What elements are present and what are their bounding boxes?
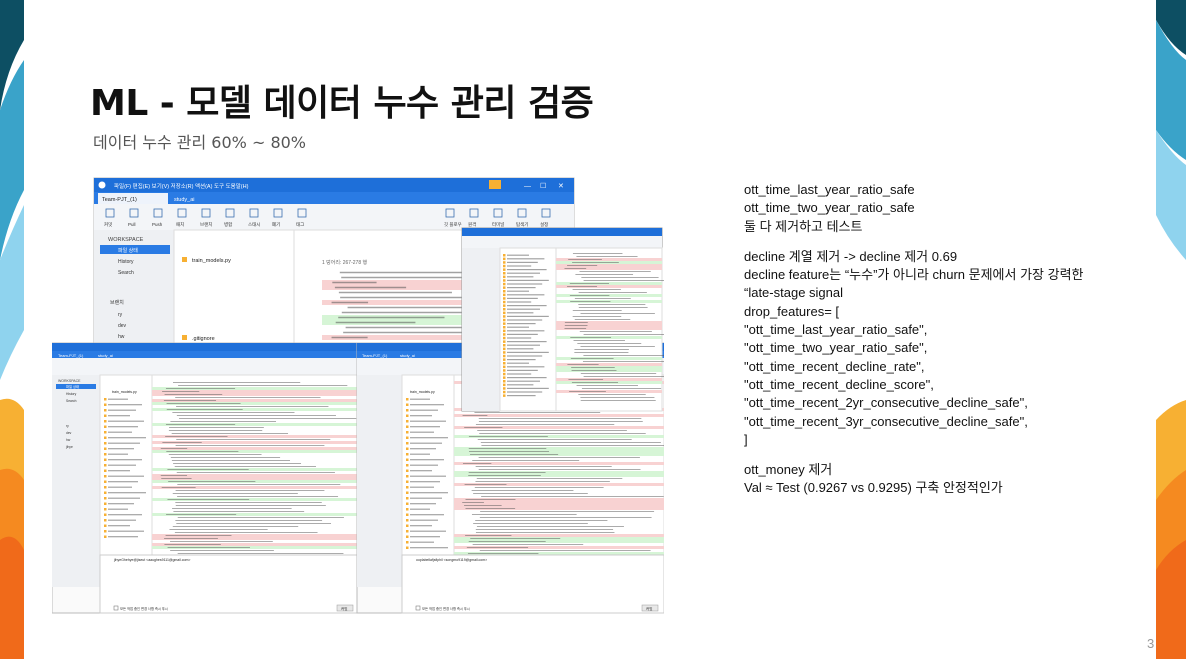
bl-title: Team-PJT_(1): [58, 353, 84, 358]
sidebar-item-file-status: 파일 상태: [118, 247, 138, 254]
sidebar-item-history: History: [118, 259, 134, 265]
svg-text:터미널: 터미널: [492, 221, 504, 228]
notes-block2-line: decline 계열 제거 -> decline 제거 0.69: [744, 248, 958, 264]
notes-block-2: decline 계열 제거 -> decline 제거 0.69 decline …: [744, 248, 1154, 449]
notes-block2-line: drop_features= [: [744, 303, 840, 319]
notes-block1-line: ott_time_two_year_ratio_safe: [744, 200, 915, 216]
notes-block-3: ott_money 제거 Val ≈ Test (0.9267 vs 0.9295…: [744, 461, 1154, 498]
bl-history: History: [66, 392, 77, 396]
bl-author: jihyeGhehye@jiseut <aaughes9111@gmail.co…: [113, 558, 190, 562]
br-tab: study_ai: [400, 353, 415, 358]
notes-block2-line: "ott_time_recent_3yr_consecutive_decline…: [744, 413, 1028, 429]
branch-dev: dev: [118, 323, 127, 329]
svg-text:탐색기: 탐색기: [516, 221, 528, 228]
bl-commit-button: 커밋: [341, 606, 347, 611]
main-menu: 파일(F) 편집(E) 보기(V) 저장소(R) 액션(A) 도구 도움말(H): [114, 182, 249, 190]
bottom-left-window: Team-PJT_(1) study_ai WORKSPACE 파일 상태 Hi…: [52, 342, 358, 614]
br-file: train_models.py: [410, 390, 435, 394]
br-author: ooplabellafjsfiphil <songmo9119@gmail.co…: [416, 558, 487, 562]
notes-block2-line: "ott_time_two_year_ratio_safe",: [744, 340, 928, 356]
br-title: Team-PJT_(1): [362, 353, 388, 358]
bl-branch-hw: hw: [66, 438, 71, 442]
svg-text:—: —: [524, 183, 531, 190]
notes-block2-line: ]: [744, 431, 748, 447]
svg-text:설정: 설정: [540, 221, 548, 227]
notes-block1-line: 둘 다 제거하고 테스트: [744, 218, 863, 234]
bl-search: Search: [66, 399, 77, 403]
branch-ry: ry: [118, 312, 123, 318]
slide-title: ML - 모델 데이터 누수 관리 검증: [90, 83, 594, 124]
notes-block2-line: decline feature는 “누수”가 아니라 churn 문제에서 가장…: [744, 267, 1084, 283]
file-train-models: train_models.py: [192, 258, 231, 264]
notes-block-1: ott_time_last_year_ratio_safe ott_time_tw…: [744, 181, 1154, 236]
br-commit-button: 커밋: [646, 606, 652, 611]
svg-text:패치: 패치: [176, 221, 184, 228]
bl-workspace: WORKSPACE: [58, 379, 81, 383]
bl-tab: study_ai: [98, 353, 113, 358]
svg-text:커밋: 커밋: [104, 221, 112, 228]
right-decoration: [1156, 0, 1186, 659]
svg-text:스태시: 스태시: [248, 221, 260, 228]
bl-file: train_models.py: [112, 390, 137, 394]
slide-subtitle: 데이터 누수 관리 60% ~ 80%: [93, 133, 307, 152]
svg-text:태그: 태그: [296, 221, 304, 228]
svg-text:깃 플로우: 깃 플로우: [444, 221, 462, 228]
svg-text:Push: Push: [152, 222, 163, 227]
left-decoration: [0, 0, 24, 659]
file-gitignore: .gitignore: [192, 336, 215, 342]
main-tab-other: study_ai: [174, 197, 195, 203]
workspace-label: WORKSPACE: [108, 237, 144, 243]
br-push-checkbox: 모든 작업 중인 변경 사항 즉시 푸시: [422, 606, 470, 611]
notes-panel: ott_time_last_year_ratio_safe ott_time_tw…: [744, 181, 1154, 498]
bl-branch-jihye: jihye: [65, 445, 73, 449]
branch-hw: hw: [118, 334, 125, 340]
notes-block1-line: ott_time_last_year_ratio_safe: [744, 182, 915, 197]
branch-header: 브랜치: [110, 299, 124, 306]
svg-text:원격: 원격: [468, 221, 476, 228]
bl-file-status: 파일 상태: [66, 384, 79, 389]
notes-block2-line: "ott_time_recent_decline_score",: [744, 376, 934, 392]
main-tab-active: Team-PJT_(1): [102, 197, 137, 203]
svg-text:브랜치: 브랜치: [200, 221, 212, 228]
diff-hunk-header: 1 덩어리: 267-278 행: [322, 259, 367, 266]
notes-block2-line: "ott_time_last_year_ratio_safe",: [744, 322, 928, 338]
bl-push-checkbox: 모든 작업 중인 변경 사항 즉시 푸시: [120, 606, 168, 611]
svg-text:병합: 병합: [224, 221, 232, 227]
page-number: 3: [1147, 636, 1155, 651]
bl-branch-dev: dev: [66, 431, 72, 435]
notes-block3-line: ott_money 제거: [744, 462, 833, 478]
notes-block3-line: Val ≈ Test (0.9267 vs 0.9295) 구축 안정적인가: [744, 480, 1003, 496]
sidebar-item-search: Search: [118, 270, 134, 276]
sourcetree-screenshot: 파일(F) 편집(E) 보기(V) 저장소(R) 액션(A) 도구 도움말(H)…: [52, 177, 664, 614]
svg-text:폐기: 폐기: [272, 221, 280, 228]
bl-branch-ry: ry: [66, 424, 69, 428]
notes-block2-line: "ott_time_recent_2yr_consecutive_decline…: [744, 395, 1028, 411]
small-overlay-window: [461, 227, 664, 412]
svg-text:✕: ✕: [558, 183, 564, 190]
svg-text:☐: ☐: [540, 182, 546, 190]
notes-block2-line: “late-stage signal: [744, 285, 843, 301]
svg-text:Pull: Pull: [128, 222, 136, 227]
notes-block2-line: "ott_time_recent_decline_rate",: [744, 358, 925, 374]
